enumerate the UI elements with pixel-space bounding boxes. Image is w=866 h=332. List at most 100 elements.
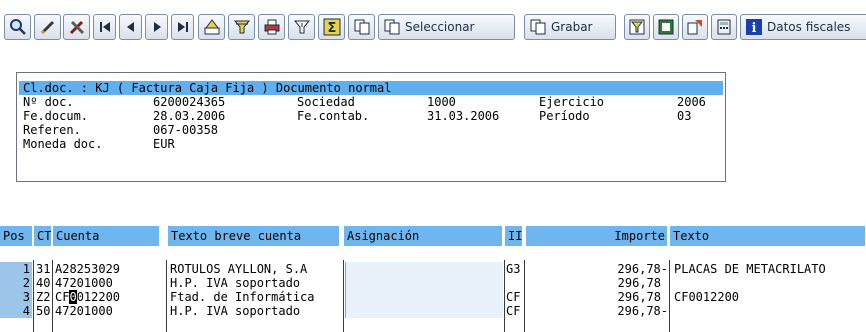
fe-contab-label: Fe.contab. <box>297 109 370 123</box>
periodo-value: 03 <box>677 109 692 123</box>
ejercicio-label: Ejercicio <box>539 95 605 109</box>
row-pos[interactable]: 3 <box>0 290 30 304</box>
sociedad-label: Sociedad <box>297 95 355 109</box>
document-class-title: Cl.doc. : KJ ( Factura Caja Fija ) Docum… <box>23 81 392 95</box>
info-icon: i <box>746 19 762 36</box>
row-ii <box>506 276 524 290</box>
select-icon <box>384 19 400 35</box>
column-divider <box>524 260 525 332</box>
column-header-ii[interactable]: II <box>505 226 523 246</box>
filter-button[interactable] <box>228 14 255 40</box>
set-filter-icon <box>293 20 310 34</box>
sociedad-value: 1000 <box>427 95 456 109</box>
filter-icon <box>233 20 250 34</box>
row-ii: CF <box>506 304 521 318</box>
transfer-button[interactable] <box>682 14 708 40</box>
calculator-icon <box>717 19 731 35</box>
printer-button[interactable] <box>258 14 285 40</box>
column-header-ct[interactable]: CT <box>34 226 52 246</box>
tools-icon <box>69 20 84 35</box>
row-cuenta: 47201000 <box>55 276 113 290</box>
row-ct: 50 <box>36 304 51 318</box>
column-header-pos[interactable]: Pos <box>0 226 33 246</box>
row-ct: Z2 <box>36 290 51 304</box>
column-divider <box>669 260 670 332</box>
line-items-table: Pos CT Cuenta Texto breve cuenta Asignac… <box>0 226 866 332</box>
last-page-button[interactable] <box>171 14 194 40</box>
export-button[interactable] <box>653 14 679 40</box>
calculator-button[interactable] <box>711 14 737 40</box>
ejercicio-value: 2006 <box>677 95 706 109</box>
column-header-asignacion[interactable]: Asignación <box>344 226 503 246</box>
row-importe: 296,78 <box>617 276 661 290</box>
layout-button[interactable] <box>624 14 650 40</box>
row-cuenta: A28253029 <box>55 262 121 276</box>
column-divider <box>343 260 344 332</box>
edit-button[interactable] <box>34 14 61 40</box>
row-texto-breve: ROTULOS AYLLON, S.A <box>170 262 308 276</box>
row-texto <box>674 304 866 318</box>
grabar-button[interactable]: Grabar <box>524 14 616 40</box>
column-divider <box>504 260 505 332</box>
column-header-cuenta[interactable]: Cuenta <box>53 226 160 246</box>
fe-contab-value: 31.03.2006 <box>427 109 500 123</box>
column-header-texto[interactable]: Texto <box>670 226 866 246</box>
doc-no-label: Nº doc. <box>23 95 74 109</box>
pencil-icon <box>40 20 54 35</box>
row-texto: CF0012200 <box>674 290 740 304</box>
layout-icon <box>629 19 645 35</box>
cuenta-prefix: CF <box>55 290 70 304</box>
transfer-icon <box>687 20 702 35</box>
row-asignacion-field[interactable] <box>345 276 503 290</box>
print-icon <box>204 19 219 35</box>
set-filter-button[interactable] <box>288 14 315 40</box>
next-page-button[interactable] <box>145 14 168 40</box>
zoom-button[interactable] <box>4 14 31 40</box>
row-pos[interactable]: 4 <box>0 304 30 318</box>
fe-docum-label: Fe.docum. <box>23 109 89 123</box>
previous-page-icon <box>126 22 134 32</box>
row-importe: 296,78- <box>617 262 668 276</box>
fe-docum-value: 28.03.2006 <box>153 109 226 123</box>
column-header-texto-breve[interactable]: Texto breve cuenta <box>168 226 340 246</box>
column-divider <box>52 260 53 332</box>
row-texto: PLACAS DE METACRILATO <box>674 262 826 276</box>
printer-icon <box>264 19 279 35</box>
periodo-label: Período <box>539 109 590 123</box>
column-header-importe[interactable]: Importe <box>526 226 668 246</box>
print-button[interactable] <box>198 14 225 40</box>
row-pos[interactable]: 1 <box>0 262 30 276</box>
row-cuenta: 47201000 <box>55 304 113 318</box>
referen-value: 067-00358 <box>153 123 219 137</box>
row-asignacion-field[interactable] <box>345 290 503 304</box>
last-page-icon <box>177 22 188 32</box>
row-asignacion-field[interactable] <box>345 262 503 276</box>
first-page-button[interactable] <box>93 14 116 40</box>
row-texto-breve: H.P. IVA soportado <box>170 276 301 290</box>
svg-text:i: i <box>752 21 757 36</box>
row-cuenta[interactable]: CF0012200 <box>55 290 165 304</box>
previous-page-button[interactable] <box>119 14 142 40</box>
export-icon <box>658 19 674 35</box>
first-page-icon <box>99 22 110 32</box>
tools-button[interactable] <box>63 14 90 40</box>
text-cursor: 0 <box>69 290 77 304</box>
row-importe: 296,78 <box>617 290 661 304</box>
copy-icon <box>354 19 369 35</box>
application-toolbar: Σ Seleccionar Grabar i Datos fiscales <box>0 0 866 46</box>
grabar-label: Grabar <box>551 20 593 34</box>
datos-fiscales-button[interactable]: i Datos fiscales <box>740 14 866 40</box>
cuenta-suffix: 012200 <box>76 290 121 304</box>
row-asignacion-field[interactable] <box>345 304 503 318</box>
row-texto <box>674 276 866 290</box>
seleccionar-button[interactable]: Seleccionar <box>378 14 515 40</box>
row-texto-breve: Ftad. de Informática <box>170 290 315 304</box>
zoom-icon <box>9 19 26 35</box>
row-pos[interactable]: 2 <box>0 276 30 290</box>
copy-button[interactable] <box>348 14 375 40</box>
moneda-value: EUR <box>153 137 175 151</box>
sum-button[interactable]: Σ <box>318 14 345 40</box>
row-texto-breve: H.P. IVA soportado <box>170 304 301 318</box>
column-divider <box>166 260 167 332</box>
seleccionar-label: Seleccionar <box>405 20 475 34</box>
